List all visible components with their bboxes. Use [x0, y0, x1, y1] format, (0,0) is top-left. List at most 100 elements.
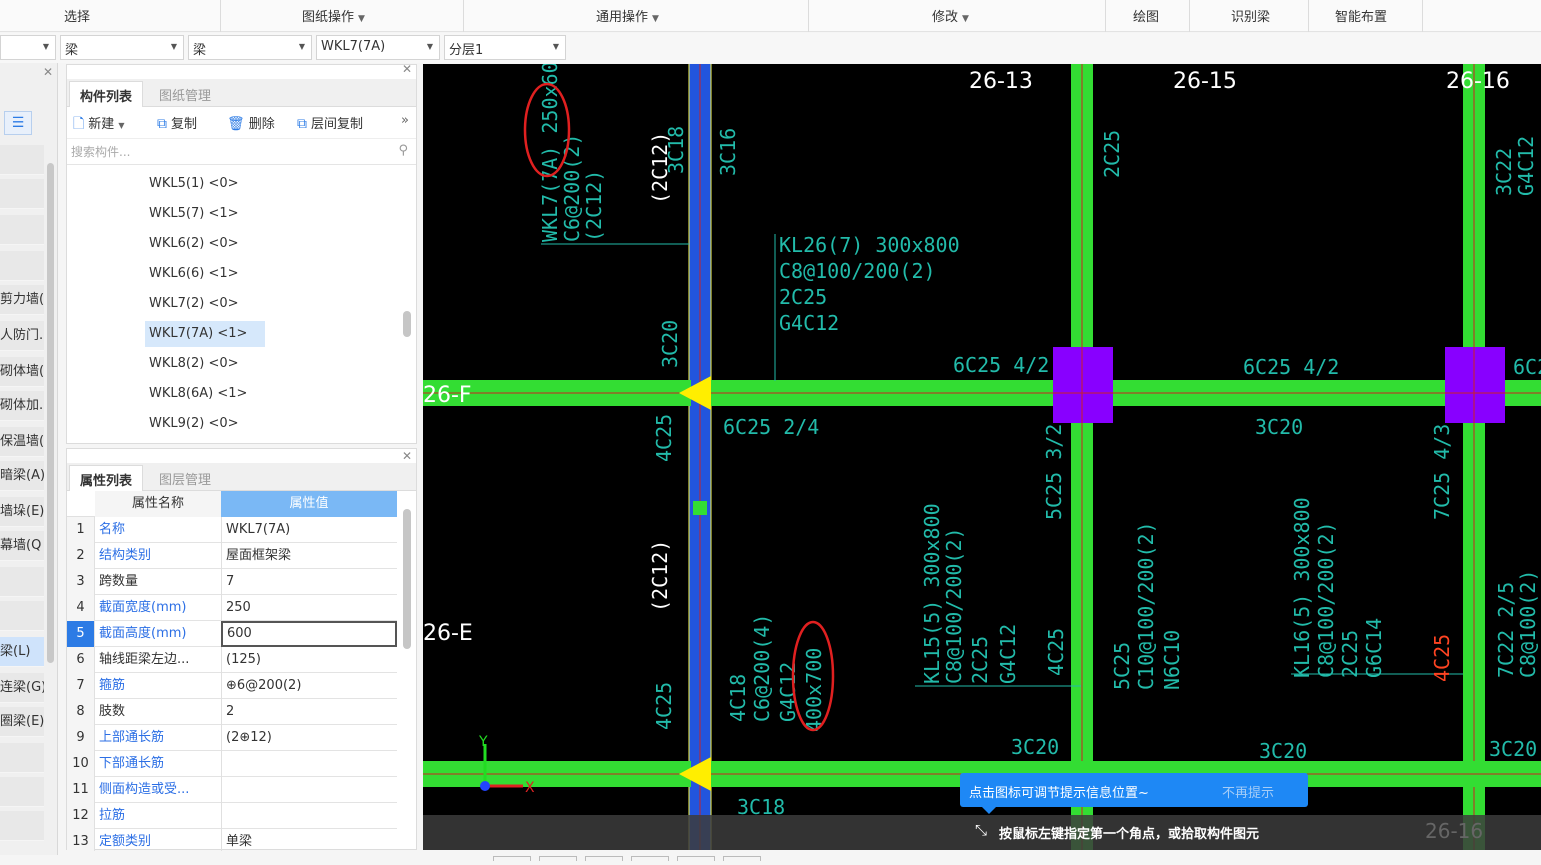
nav-item-curtain-wall[interactable]: 幕墙(Q: [0, 531, 44, 561]
close-icon[interactable]: ✕: [43, 65, 53, 79]
property-row[interactable]: 9 上部通长筋 (2⊕12): [67, 725, 397, 751]
property-row[interactable]: 4 截面宽度(mm) 250: [67, 595, 397, 621]
property-row[interactable]: 11 侧面构造或受...: [67, 777, 397, 803]
property-value[interactable]: [221, 751, 397, 777]
property-value[interactable]: (125): [221, 647, 397, 673]
tab-component-list[interactable]: 构件列表: [69, 81, 144, 107]
nav-item-masonry-wall[interactable]: 砌体墙(: [0, 357, 44, 387]
nav-item[interactable]: [0, 601, 44, 631]
property-value[interactable]: 250: [221, 595, 397, 621]
close-icon[interactable]: ✕: [402, 62, 412, 76]
list-item-selected[interactable]: WKL7(7A) <1>: [145, 321, 265, 347]
nav-scrollbar[interactable]: [47, 163, 54, 663]
nav-item-masonry-rebar[interactable]: 砌体加.: [0, 391, 44, 421]
tip-balloon[interactable]: 点击图标可调节提示信息位置~ 不再提示: [960, 773, 1308, 814]
property-row[interactable]: 6 轴线距梁左边... (125): [67, 647, 397, 673]
copy-icon: ⧉: [297, 116, 307, 132]
property-value[interactable]: WKL7(7A): [221, 517, 397, 543]
component-combo[interactable]: WKL7(7A) ▼: [316, 35, 440, 60]
list-item[interactable]: WKL8(6A) <1>: [145, 381, 251, 407]
ribbon-identify-beam[interactable]: 识别梁: [1231, 6, 1270, 25]
property-row[interactable]: 3 跨数量 7: [67, 569, 397, 595]
property-value-input[interactable]: 600: [221, 621, 397, 647]
nav-item-civil-door[interactable]: 人防门.: [0, 321, 44, 351]
nav-item[interactable]: [0, 777, 44, 807]
nav-item-ring-beam[interactable]: 圈梁(E): [0, 707, 44, 737]
ribbon-modify[interactable]: 修改 ▼: [932, 6, 969, 25]
property-value[interactable]: (2⊕12): [221, 725, 397, 751]
cad-drawing[interactable]: 26-13 26-15 26-16 26-F 26-E WKL7(7A) 250…: [423, 64, 1541, 850]
nav-item-beam[interactable]: 梁(L): [0, 637, 44, 667]
list-item[interactable]: WKL5(1) <0>: [145, 171, 243, 197]
property-row[interactable]: 10 下部通长筋: [67, 751, 397, 777]
nav-item-coupling-beam[interactable]: 连梁(G): [0, 673, 44, 703]
nav-item[interactable]: [0, 251, 44, 281]
property-row[interactable]: 7 箍筋 ⊕6@200(2): [67, 673, 397, 699]
bottom-tab[interactable]: [723, 856, 761, 861]
delete-button[interactable]: 🗑 删除: [227, 113, 275, 132]
new-button[interactable]: 🗋 新建 ▼: [73, 113, 125, 137]
ribbon-select[interactable]: 选择: [64, 6, 90, 25]
list-view-icon[interactable]: ☰: [4, 111, 32, 135]
dismiss-tip-link[interactable]: 不再提示: [1222, 782, 1274, 801]
list-item[interactable]: WKL8(2) <0>: [145, 351, 243, 377]
nav-item[interactable]: [0, 145, 44, 175]
floor-combo[interactable]: ▼: [0, 35, 56, 60]
property-value[interactable]: ⊕6@200(2): [221, 673, 397, 699]
combo-bar: ▼ 梁 ▼ 梁 ▼ WKL7(7A) ▼ 分层1 ▼: [0, 33, 1541, 63]
nav-item-hidden-beam[interactable]: 暗梁(A): [0, 461, 44, 491]
cad-canvas[interactable]: 26-13 26-15 26-16 26-F 26-E WKL7(7A) 250…: [423, 64, 1541, 850]
tab-property-list[interactable]: 属性列表: [69, 465, 144, 491]
list-item[interactable]: WKL9(2) <0>: [145, 411, 243, 437]
property-value[interactable]: 2: [221, 699, 397, 725]
nav-item-wall-pier[interactable]: 墙垛(E): [0, 497, 44, 527]
tab-layer-manager[interactable]: 图层管理: [149, 465, 221, 491]
component-list-scrollbar[interactable]: [403, 311, 411, 337]
nav-item[interactable]: [0, 215, 44, 245]
property-row[interactable]: 8 肢数 2: [67, 699, 397, 725]
nav-item-shear-wall[interactable]: 剪力墙(: [0, 285, 44, 315]
property-row[interactable]: 2 结构类别 屋面框架梁: [67, 543, 397, 569]
nav-item[interactable]: [0, 811, 44, 841]
nav-item[interactable]: [0, 567, 44, 597]
bottom-tab[interactable]: [585, 856, 623, 861]
component-search-input[interactable]: 搜索构件... ⚲: [67, 139, 416, 165]
bottom-tab[interactable]: [493, 856, 531, 861]
property-value[interactable]: [221, 777, 397, 803]
floor-copy-button[interactable]: ⧉ 层间复制: [297, 113, 363, 132]
property-row[interactable]: 1 名称 WKL7(7A): [67, 517, 397, 543]
tab-drawing-manager[interactable]: 图纸管理: [149, 81, 221, 107]
property-value[interactable]: 屋面框架梁: [221, 543, 397, 569]
property-value[interactable]: 单梁: [221, 829, 397, 851]
property-value[interactable]: [221, 803, 397, 829]
property-row[interactable]: 12 拉筋: [67, 803, 397, 829]
ribbon-general-ops[interactable]: 通用操作 ▼: [596, 6, 659, 25]
ribbon-smart-layout[interactable]: 智能布置: [1335, 6, 1387, 25]
nav-item-insulation-wall[interactable]: 保温墙(: [0, 427, 44, 457]
list-item[interactable]: WKL7(2) <0>: [145, 291, 243, 317]
close-icon[interactable]: ✕: [402, 449, 412, 463]
ribbon-separator: [220, 0, 221, 32]
list-item[interactable]: WKL6(2) <0>: [145, 231, 243, 257]
nav-item[interactable]: [0, 743, 44, 773]
property-row[interactable]: 5 截面高度(mm) 600: [67, 621, 397, 647]
reposition-icon[interactable]: ⤡: [975, 821, 987, 839]
bottom-tab[interactable]: [677, 856, 715, 861]
list-item[interactable]: WKL5(7) <1>: [145, 201, 243, 227]
nav-item[interactable]: [0, 179, 44, 209]
property-row[interactable]: 13 定额类别 单梁: [67, 829, 397, 851]
more-button[interactable]: »: [401, 113, 409, 128]
ribbon-draw[interactable]: 绘图: [1133, 6, 1159, 25]
ribbon-drawing-ops[interactable]: 图纸操作 ▼: [302, 6, 365, 25]
type-combo[interactable]: 梁 ▼: [188, 35, 312, 60]
copy-button[interactable]: ⧉ 复制: [157, 113, 197, 132]
category-combo[interactable]: 梁 ▼: [60, 35, 184, 60]
ribbon-separator: [1422, 0, 1423, 32]
layer-combo[interactable]: 分层1 ▼: [444, 35, 566, 60]
property-scrollbar[interactable]: [403, 509, 411, 649]
bottom-tab[interactable]: [631, 856, 669, 861]
property-value[interactable]: 7: [221, 569, 397, 595]
bottom-tab[interactable]: [539, 856, 577, 861]
annotation: 3C20: [1489, 737, 1537, 761]
list-item[interactable]: WKL6(6) <1>: [145, 261, 243, 287]
